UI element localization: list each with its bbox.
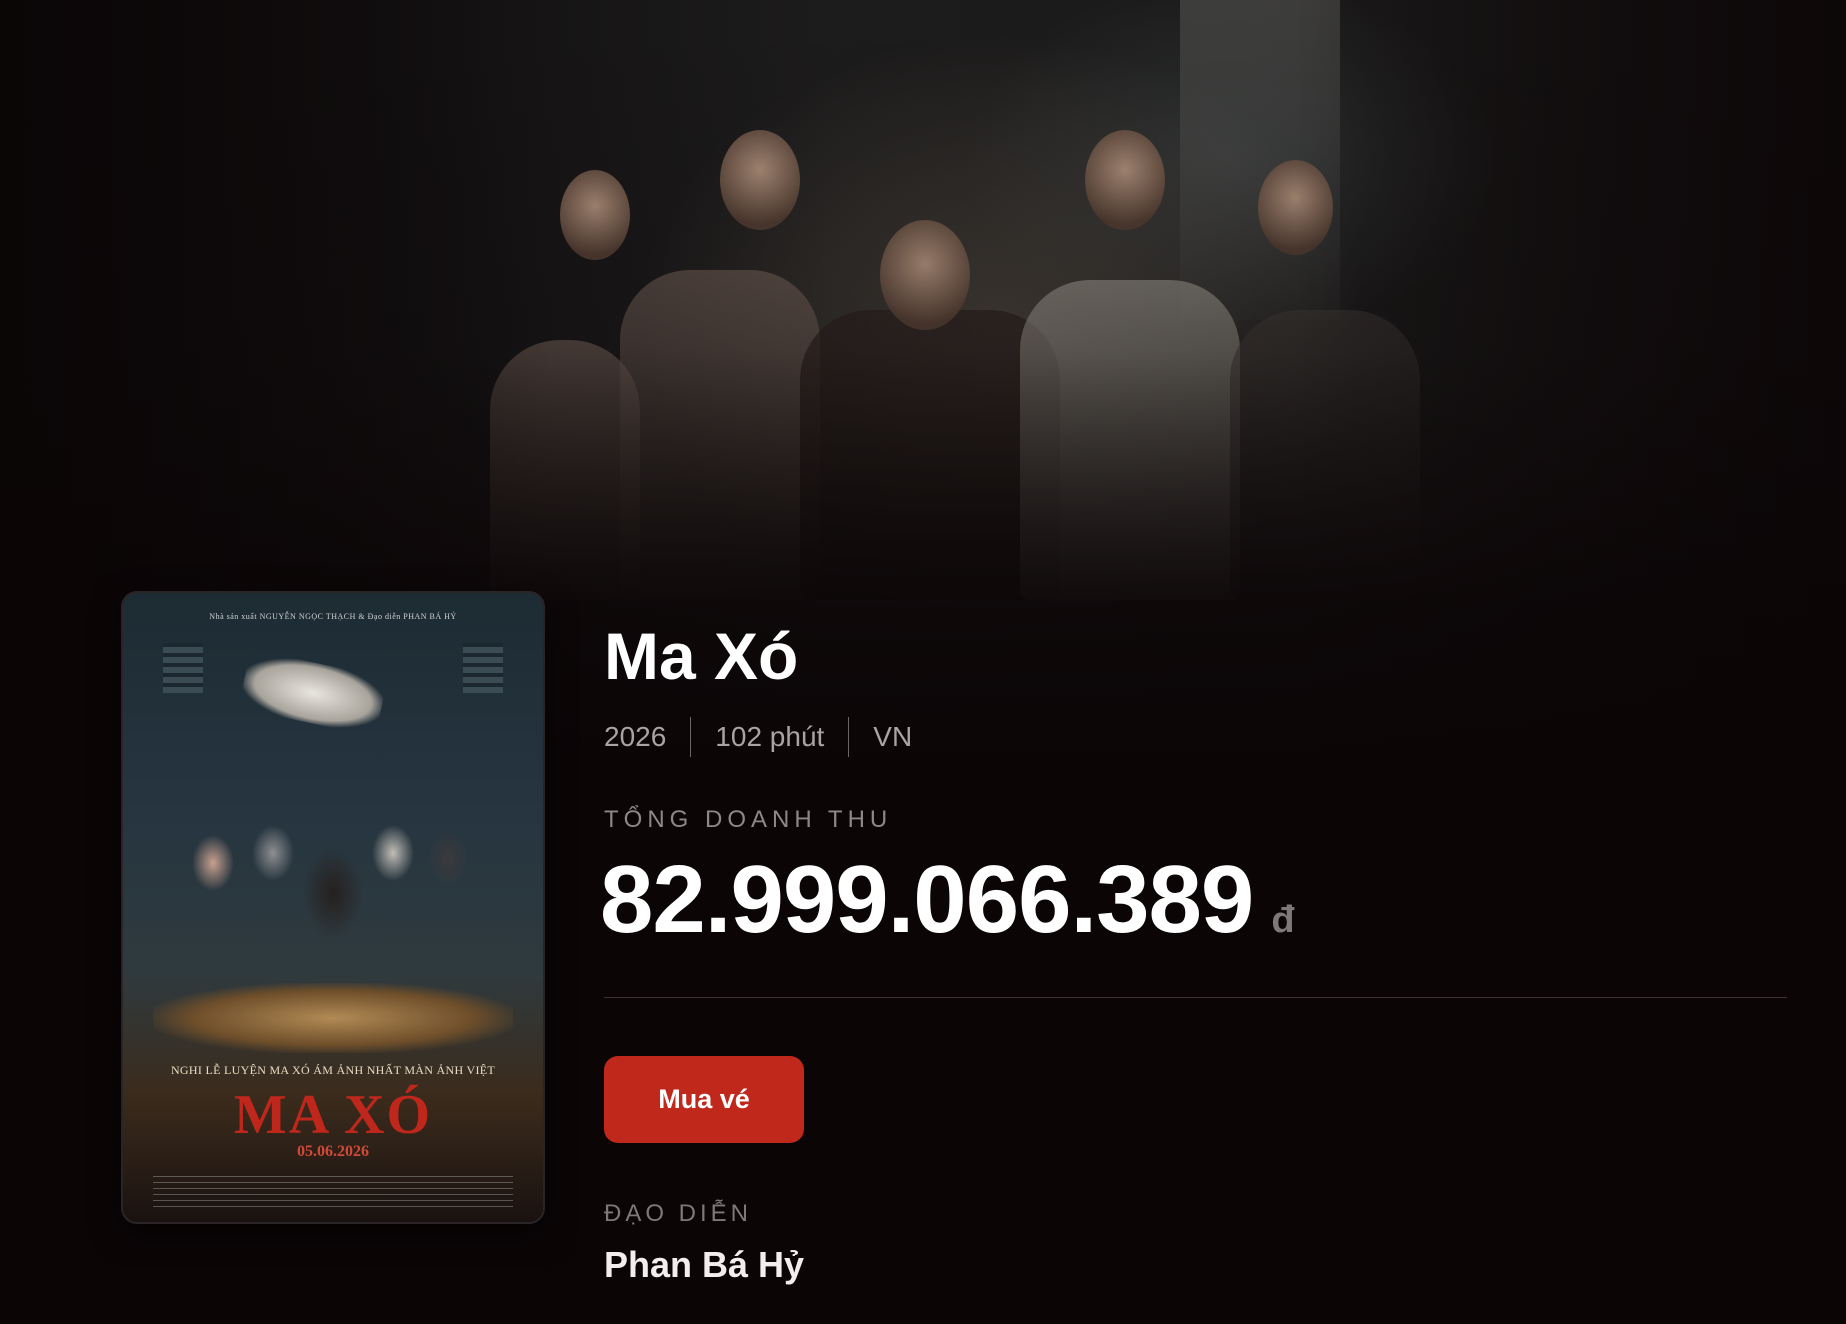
revenue-label: TỔNG DOANH THU xyxy=(604,806,893,833)
movie-meta: 2026 102 phút VN xyxy=(604,713,912,761)
director-name[interactable]: Phan Bá Hỷ xyxy=(604,1244,804,1286)
movie-detail-page: Nhà sản xuất NGUYỄN NGỌC THẠCH & Đạo diễ… xyxy=(0,0,1846,1324)
poster-release-date: 05.06.2026 xyxy=(297,1143,369,1160)
poster-altar-mat xyxy=(153,983,513,1053)
meta-separator xyxy=(848,717,850,757)
movie-duration: 102 phút xyxy=(715,721,825,752)
movie-poster: Nhà sản xuất NGUYỄN NGỌC THẠCH & Đạo diễ… xyxy=(121,591,545,1224)
divider xyxy=(604,997,1787,998)
poster-cast-figures xyxy=(193,803,473,1013)
poster-window xyxy=(463,643,503,693)
poster-title: MA XÓ xyxy=(233,1084,433,1146)
revenue-value: 82.999.066.389 đ xyxy=(600,845,1295,955)
director-label: ĐẠO DIỄN xyxy=(604,1200,753,1227)
movie-country: VN xyxy=(873,721,913,752)
poster-credits: Nhà sản xuất NGUYỄN NGỌC THẠCH & Đạo diễ… xyxy=(209,612,457,621)
revenue-currency: đ xyxy=(1271,899,1295,941)
poster-window xyxy=(163,643,203,693)
buy-ticket-button[interactable]: Mua vé xyxy=(604,1056,804,1143)
poster-billing-block xyxy=(153,1173,513,1207)
movie-year: 2026 xyxy=(604,721,667,752)
meta-separator xyxy=(690,717,692,757)
movie-title: Ma Xó xyxy=(604,619,799,693)
poster-floating-figure xyxy=(238,649,388,737)
poster-tagline: NGHI LỄ LUYỆN MA XÓ ÁM ẢNH NHẤT MÀN ẢNH … xyxy=(170,1063,496,1077)
revenue-amount: 82.999.066.389 xyxy=(600,846,1254,953)
